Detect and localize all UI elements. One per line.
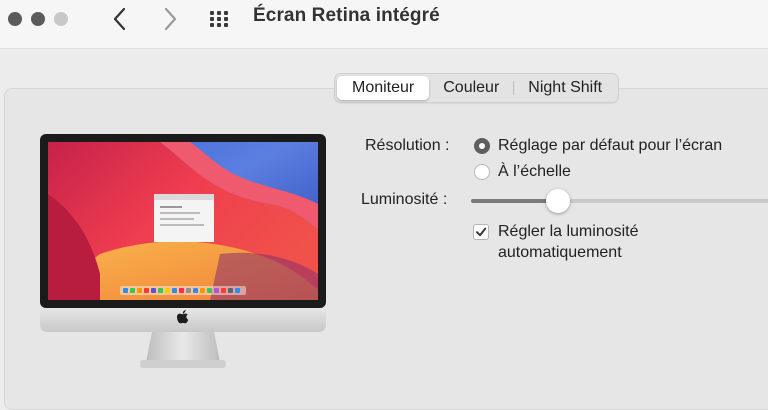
auto-brightness-label-line2[interactable]: automatiquement (498, 243, 622, 263)
grid-icon[interactable] (208, 9, 234, 29)
imac-illustration (40, 134, 326, 368)
checkmark-icon (476, 227, 487, 237)
zoom-window-button[interactable] (54, 12, 68, 26)
imac-foot (140, 360, 226, 368)
brightness-label: Luminosité : (361, 191, 448, 208)
imac-stand (146, 332, 220, 362)
tab-couleur[interactable]: Couleur (429, 76, 513, 100)
auto-brightness-label-line1[interactable]: Régler la luminosité (498, 222, 639, 242)
resolution-scaled-radio[interactable] (474, 164, 490, 180)
close-window-button[interactable] (8, 12, 22, 26)
resolution-scaled-label[interactable]: À l’échelle (498, 162, 571, 182)
chevron-left-icon[interactable] (108, 5, 132, 33)
minimize-window-button[interactable] (31, 12, 45, 26)
screen-window-thumbnail (154, 194, 214, 242)
chevron-right-icon[interactable] (158, 5, 182, 33)
brightness-slider-fill (471, 199, 558, 203)
auto-brightness-checkbox[interactable] (473, 224, 489, 240)
resolution-label: Résolution : (365, 137, 450, 154)
resolution-default-radio[interactable] (474, 138, 490, 154)
brightness-slider[interactable] (471, 189, 768, 213)
title-bar: Écran Retina intégré (0, 0, 768, 49)
resolution-default-label[interactable]: Réglage par défaut pour l’écran (498, 136, 722, 156)
tab-moniteur[interactable]: Moniteur (337, 76, 430, 100)
tab-night-shift[interactable]: Night Shift (514, 76, 616, 100)
tab-bar: Moniteur Couleur Night Shift (334, 73, 620, 103)
window-title: Écran Retina intégré (253, 5, 440, 26)
screen-dock (120, 286, 246, 295)
brightness-slider-knob[interactable] (546, 189, 570, 213)
